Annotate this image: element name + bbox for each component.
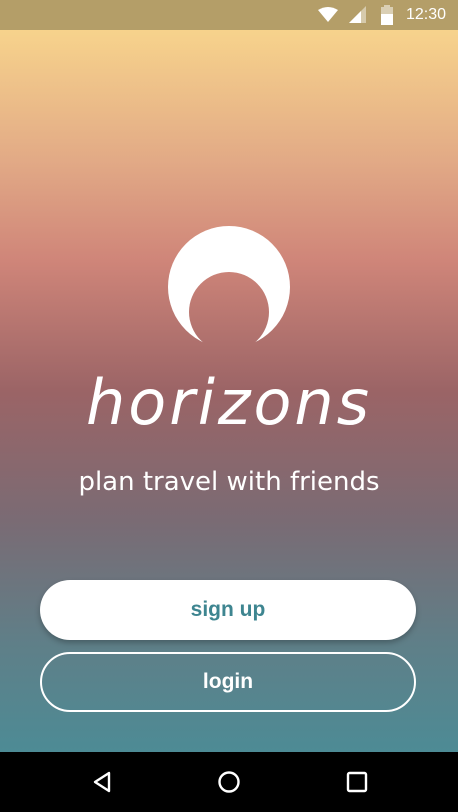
home-icon[interactable] (199, 752, 259, 812)
welcome-screen: horizons plan travel with friends (0, 30, 458, 752)
login-button[interactable]: login (40, 652, 416, 712)
status-bar: 12:30 (0, 0, 458, 30)
back-icon[interactable] (72, 752, 132, 812)
sign-up-button[interactable]: sign up (40, 580, 416, 640)
app-tagline: plan travel with friends (78, 467, 380, 497)
signal-icon (349, 0, 367, 30)
recents-icon[interactable] (327, 752, 387, 812)
battery-icon (381, 0, 393, 30)
status-time: 12:30 (405, 6, 446, 23)
app-name: horizons (85, 366, 373, 439)
horizon-logo-icon (166, 226, 292, 352)
navigation-bar (0, 752, 458, 812)
wifi-icon (318, 0, 338, 30)
